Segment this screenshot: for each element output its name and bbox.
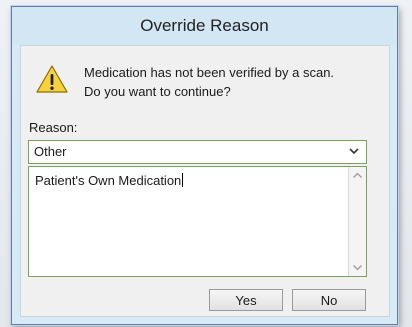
reason-comment-text: Patient's Own Medication (35, 173, 184, 188)
warning-icon (36, 65, 68, 93)
chevron-down-icon[interactable] (348, 144, 360, 158)
no-button[interactable]: No (292, 289, 366, 311)
comment-scrollbar[interactable] (348, 167, 366, 276)
reason-dropdown[interactable]: Other (28, 140, 367, 164)
reason-selected-value: Other (34, 144, 67, 159)
warning-message: Medication has not been verified by a sc… (84, 63, 384, 101)
text-cursor (182, 173, 184, 187)
yes-button[interactable]: Yes (209, 289, 283, 311)
message-line-1: Medication has not been verified by a sc… (84, 65, 335, 80)
override-reason-dialog: Override Reason Medication has not been … (11, 6, 398, 325)
title-bar[interactable]: Override Reason (12, 7, 397, 45)
dialog-body: Medication has not been verified by a sc… (20, 45, 390, 317)
comment-value: Patient's Own Medication (35, 173, 182, 188)
reason-label: Reason: (29, 120, 78, 135)
scroll-up-arrow-icon[interactable] (349, 167, 366, 184)
message-line-2: Do you want to continue? (84, 84, 231, 99)
reason-comment-field[interactable]: Patient's Own Medication (28, 166, 367, 277)
scroll-down-arrow-icon[interactable] (349, 259, 366, 276)
dialog-title: Override Reason (140, 16, 269, 35)
